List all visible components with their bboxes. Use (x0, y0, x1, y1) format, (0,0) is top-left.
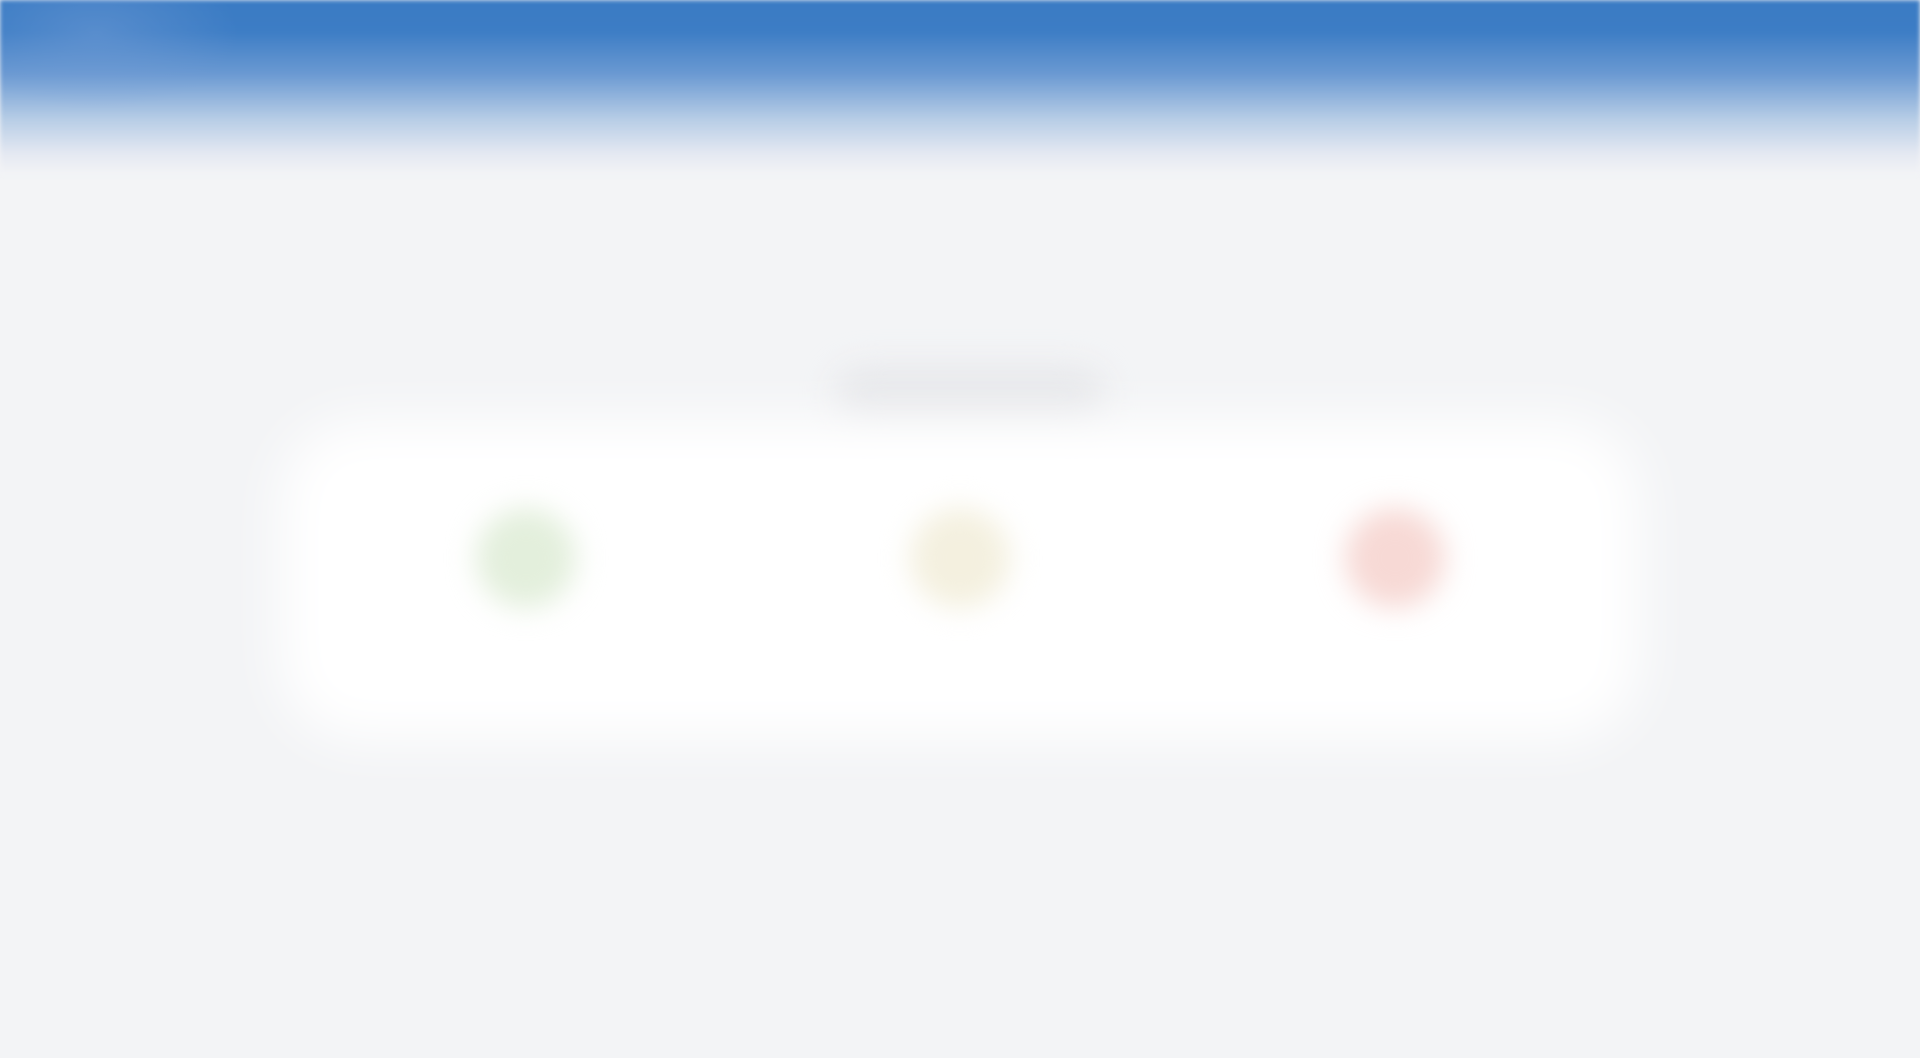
card-label (1285, 660, 1505, 684)
error-circle-icon (1345, 508, 1445, 608)
status-card-1[interactable] (376, 470, 676, 720)
header-bar (0, 0, 1920, 175)
page-title (835, 368, 1105, 424)
status-card-2[interactable] (810, 470, 1110, 720)
card-label (416, 660, 636, 684)
warning-circle-icon (910, 508, 1010, 608)
status-card-3[interactable] (1245, 470, 1545, 720)
header-logo-area (0, 0, 240, 110)
check-circle-icon (476, 508, 576, 608)
card-label (850, 660, 1070, 684)
